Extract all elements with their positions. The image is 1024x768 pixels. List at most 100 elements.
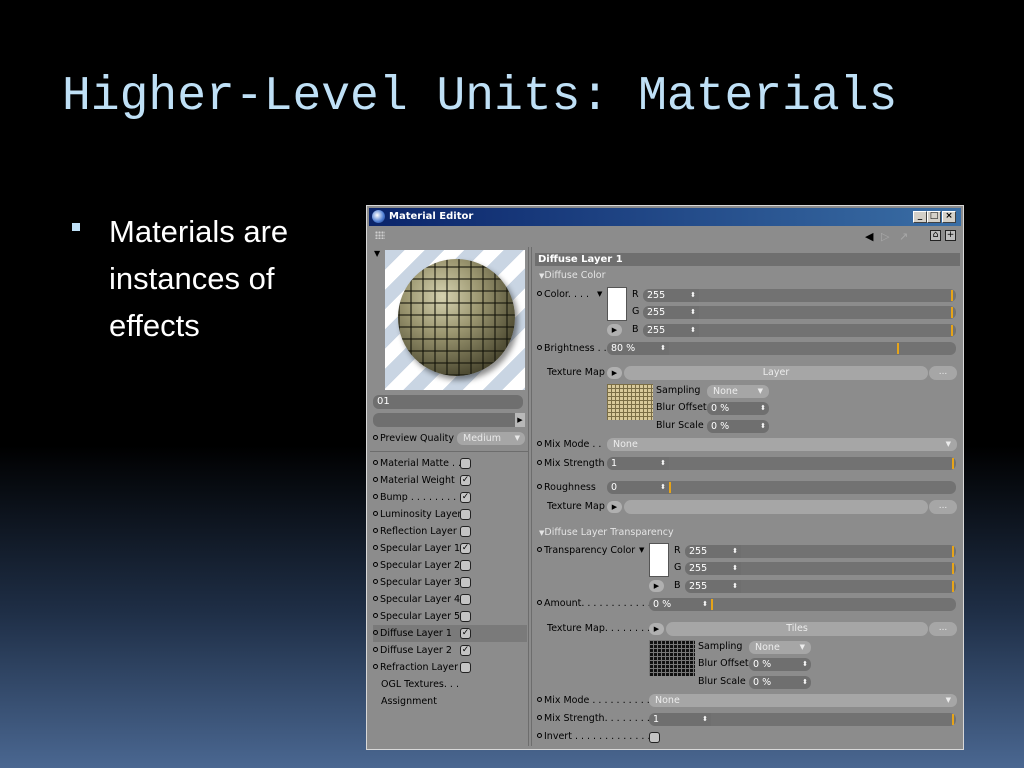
channel-reflection-layer[interactable]: Reflection Layer <box>373 523 527 540</box>
chevron-right-icon[interactable]: ▶ <box>515 413 525 427</box>
transparency-section[interactable]: ▼Diffuse Layer Transparency <box>539 527 674 539</box>
blur-offset-field[interactable]: 0 % ⬍ <box>707 402 769 415</box>
chevron-right-icon[interactable]: ▶ <box>607 367 622 379</box>
tiles-texture-thumbnail[interactable] <box>649 640 695 676</box>
transparency-color-swatch[interactable] <box>649 543 669 577</box>
tr-r-slider[interactable] <box>741 545 956 558</box>
channel-diffuse-layer-2[interactable]: Diffuse Layer 2 ✓ <box>373 642 527 659</box>
mix-mode-dropdown[interactable]: None ▼ <box>607 438 957 451</box>
spinner-icon[interactable]: ⬍ <box>702 598 708 611</box>
texture-more-button[interactable]: ... <box>929 366 957 380</box>
channel-material-matte[interactable]: Material Matte . . <box>373 455 527 472</box>
slider-marker[interactable] <box>711 599 713 610</box>
spinner-icon[interactable]: ⬍ <box>802 676 808 689</box>
checkbox[interactable] <box>460 458 471 469</box>
tr-blur-scale-field[interactable]: 0 % ⬍ <box>749 676 811 689</box>
tr-g-field[interactable]: 255 ⬍ <box>685 562 741 575</box>
tr-sampling-dropdown[interactable]: None ▼ <box>749 641 811 654</box>
g-field[interactable]: 255 ⬍ <box>643 306 699 319</box>
channel-bump[interactable]: Bump . . . . . . . . . ✓ <box>373 489 527 506</box>
checkbox-checked[interactable]: ✓ <box>460 492 471 503</box>
slider-marker[interactable] <box>952 563 954 574</box>
spinner-icon[interactable]: ⬍ <box>732 580 738 593</box>
chevron-right-icon[interactable]: ▶ <box>607 324 622 336</box>
spinner-icon[interactable]: ⬍ <box>732 562 738 575</box>
slider-marker[interactable] <box>952 714 954 725</box>
material-blank-field[interactable] <box>373 413 515 427</box>
amount-field[interactable]: 0 % ⬍ <box>649 598 711 611</box>
mix-strength-slider[interactable] <box>669 457 956 470</box>
checkbox-checked[interactable]: ✓ <box>460 475 471 486</box>
diffuse-color-section[interactable]: ▼Diffuse Color <box>539 270 606 282</box>
spinner-icon[interactable]: ⬍ <box>690 289 696 302</box>
arrow-right-icon[interactable]: ▷ <box>881 230 889 243</box>
roughness-slider[interactable] <box>669 481 956 494</box>
channel-specular-layer-5[interactable]: Specular Layer 5 <box>373 608 527 625</box>
invert-checkbox[interactable] <box>649 732 660 743</box>
new-window-icon[interactable]: + <box>945 230 956 241</box>
preview-quality-dropdown[interactable]: Medium ▼ <box>457 432 525 445</box>
checkbox[interactable] <box>460 577 471 588</box>
maximize-button[interactable]: □ <box>927 211 941 223</box>
texture-layer-button[interactable]: Layer <box>624 366 928 380</box>
texture-map-2-button[interactable] <box>624 500 928 514</box>
checkbox[interactable] <box>460 526 471 537</box>
texture-tiles-button[interactable]: Tiles <box>666 622 928 636</box>
channel-material-weight[interactable]: Material Weight ✓ <box>373 472 527 489</box>
checkbox[interactable] <box>460 594 471 605</box>
spinner-icon[interactable]: ⬍ <box>702 713 708 726</box>
brightness-field[interactable]: 80 % ⬍ <box>607 342 669 355</box>
chevron-right-icon[interactable]: ▶ <box>649 580 664 592</box>
arrow-up-icon[interactable]: ↗ <box>899 230 908 243</box>
checkbox-checked[interactable]: ✓ <box>460 645 471 656</box>
b-slider[interactable] <box>699 324 956 337</box>
channel-specular-layer-1[interactable]: Specular Layer 1 ✓ <box>373 540 527 557</box>
preview-menu-icon[interactable]: ▼ <box>374 249 380 258</box>
lock-icon[interactable]: ⌂ <box>930 230 941 241</box>
tr-b-slider[interactable] <box>741 580 956 593</box>
assignment-item[interactable]: Assignment <box>373 693 527 710</box>
tr-texture-more-button[interactable]: ... <box>929 622 957 636</box>
r-slider[interactable] <box>699 289 956 302</box>
spinner-icon[interactable]: ⬍ <box>760 420 766 433</box>
amount-slider[interactable] <box>711 598 956 611</box>
spinner-icon[interactable]: ⬍ <box>690 306 696 319</box>
tr-r-field[interactable]: 255 ⬍ <box>685 545 741 558</box>
texture-2-more-button[interactable]: ... <box>929 500 957 514</box>
checkbox[interactable] <box>460 662 471 673</box>
material-name-field[interactable]: 01 <box>373 395 523 409</box>
spinner-icon[interactable]: ⬍ <box>660 457 666 470</box>
tr-mix-mode-dropdown[interactable]: None ▼ <box>649 694 957 707</box>
color-menu-icon[interactable]: ▼ <box>597 287 602 301</box>
chevron-right-icon[interactable]: ▶ <box>607 501 622 513</box>
blur-scale-field[interactable]: 0 % ⬍ <box>707 420 769 433</box>
tr-mix-strength-field[interactable]: 1 ⬍ <box>649 713 711 726</box>
channel-specular-layer-3[interactable]: Specular Layer 3 <box>373 574 527 591</box>
material-preview[interactable] <box>385 250 525 390</box>
spinner-icon[interactable]: ⬍ <box>760 402 766 415</box>
window-titlebar[interactable]: Material Editor _ □ × <box>369 208 961 226</box>
checkbox[interactable] <box>460 611 471 622</box>
r-field[interactable]: 255 ⬍ <box>643 289 699 302</box>
checkbox-checked[interactable]: ✓ <box>460 628 471 639</box>
arrow-left-icon[interactable]: ◀ <box>865 230 873 243</box>
slider-marker[interactable] <box>951 307 953 318</box>
slider-marker[interactable] <box>669 482 671 493</box>
slider-marker[interactable] <box>952 458 954 469</box>
sampling-dropdown[interactable]: None ▼ <box>707 385 769 398</box>
spinner-icon[interactable]: ⬍ <box>732 545 738 558</box>
channel-diffuse-layer-1[interactable]: Diffuse Layer 1 ✓ <box>373 625 527 642</box>
tr-b-field[interactable]: 255 ⬍ <box>685 580 741 593</box>
ogl-textures-item[interactable]: OGL Textures. . . <box>373 676 527 693</box>
channel-specular-layer-2[interactable]: Specular Layer 2 <box>373 557 527 574</box>
minimize-button[interactable]: _ <box>913 211 927 223</box>
spinner-icon[interactable]: ⬍ <box>660 342 666 355</box>
channel-luminosity-layer[interactable]: Luminosity Layer <box>373 506 527 523</box>
texture-thumbnail[interactable] <box>607 384 653 420</box>
roughness-field[interactable]: 0 ⬍ <box>607 481 669 494</box>
g-slider[interactable] <box>699 306 956 319</box>
tr-mix-strength-slider[interactable] <box>711 713 956 726</box>
slider-marker[interactable] <box>951 290 953 301</box>
spinner-icon[interactable]: ⬍ <box>660 481 666 494</box>
checkbox-checked[interactable]: ✓ <box>460 543 471 554</box>
